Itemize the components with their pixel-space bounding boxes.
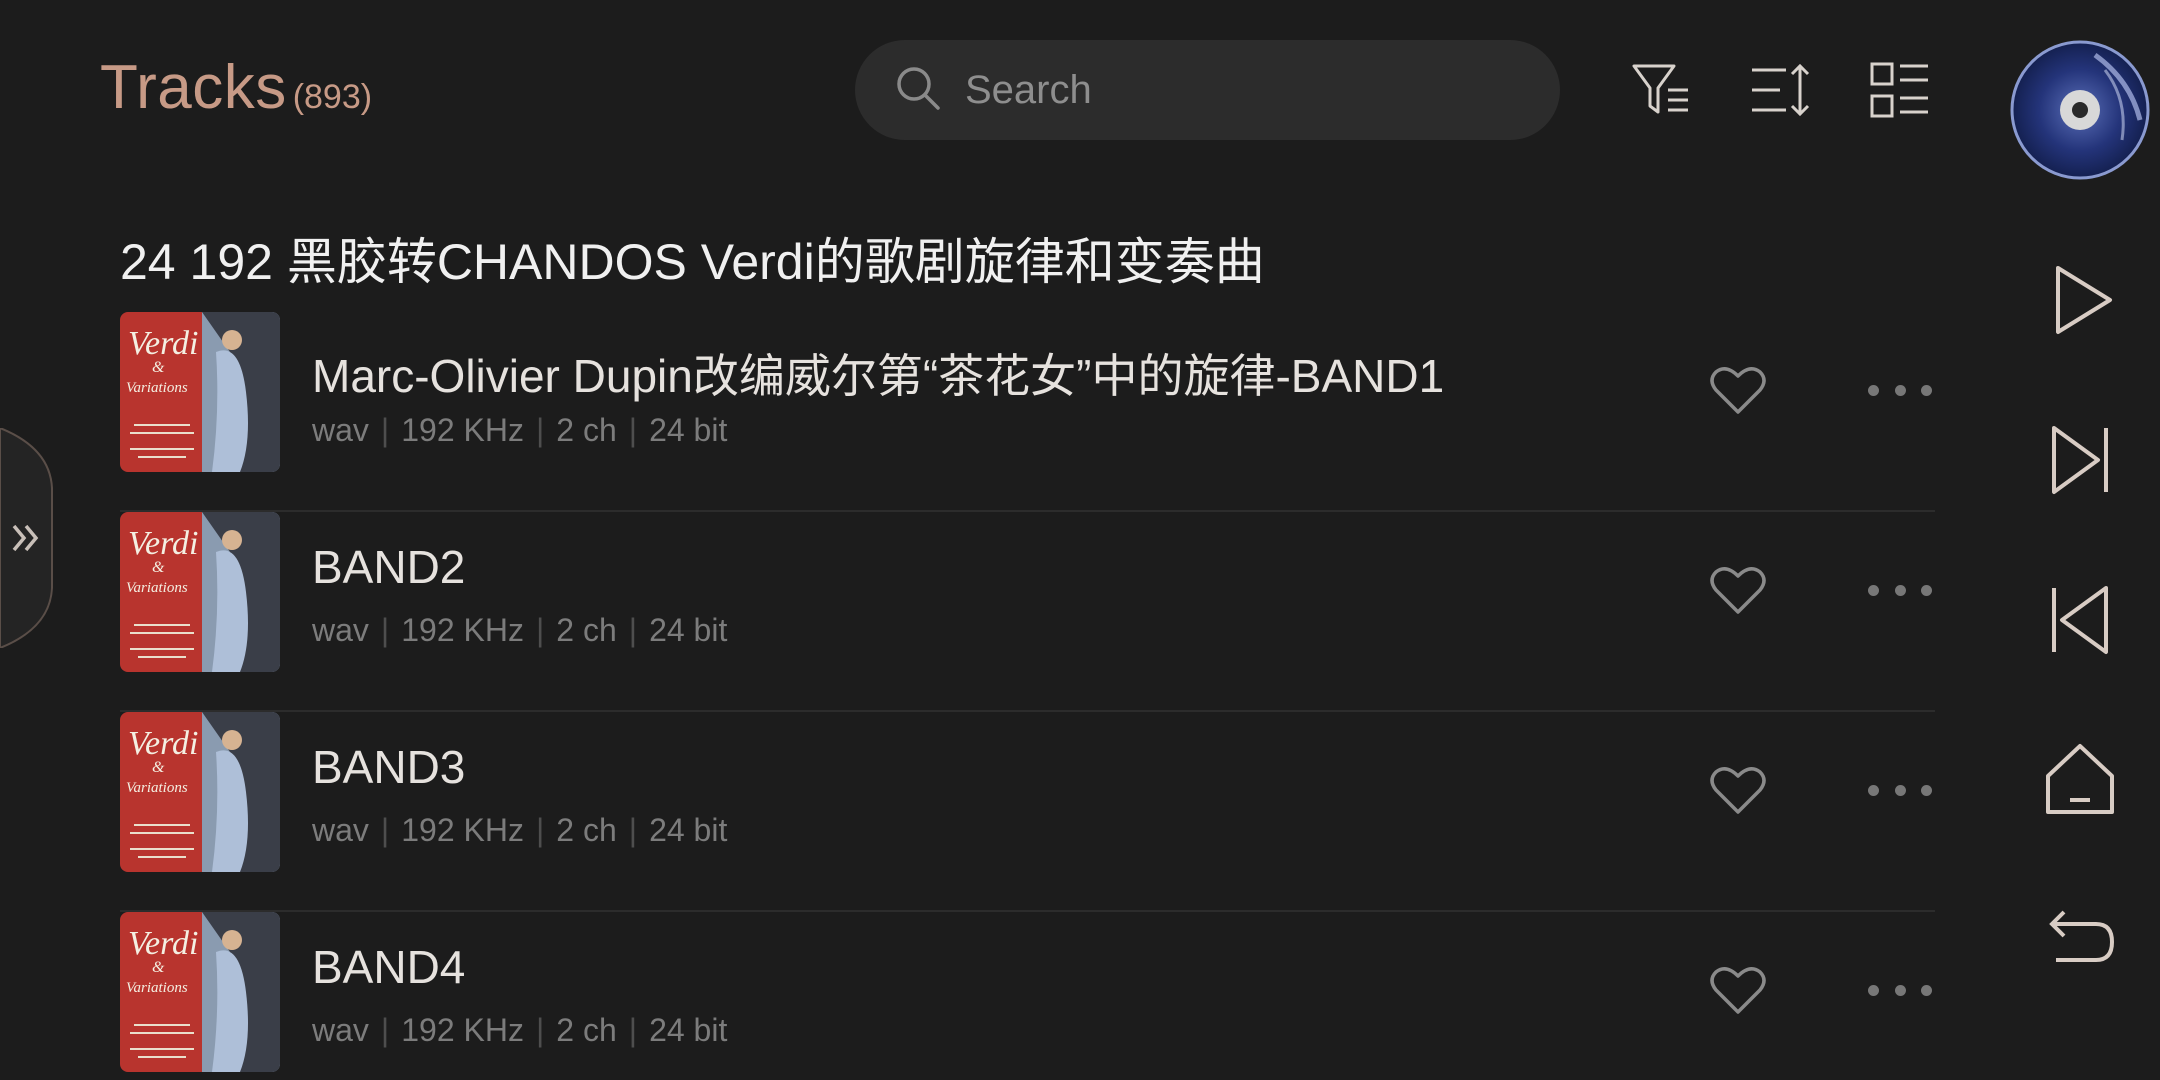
meta-separator: |: [628, 812, 638, 848]
track-count: (893): [292, 78, 373, 116]
tracks-screen: Tracks(893) 24 192 黑胶转CHANDOS Verdi的歌剧旋律…: [0, 0, 2160, 1080]
sort-icon[interactable]: [1750, 58, 1814, 122]
track-bit-depth: 24 bit: [649, 612, 728, 648]
album-cover: Verdi & Variations: [120, 512, 280, 672]
track-sample-rate: 192 KHz: [401, 1012, 524, 1048]
cover-title: Verdi: [128, 725, 199, 762]
track-title: Marc-Olivier Dupin改编威尔第“茶花女”中的旋律-BAND1: [312, 350, 1445, 402]
meta-separator: |: [380, 612, 390, 648]
more-icon[interactable]: [1840, 974, 1960, 1006]
cover-subtitle: Variations: [126, 380, 188, 396]
home-icon[interactable]: [2040, 740, 2120, 820]
album-cover: Verdi & Variations: [120, 912, 280, 1072]
search-input[interactable]: [965, 67, 1525, 113]
track-title: BAND2: [312, 541, 466, 593]
meta-separator: |: [628, 612, 638, 648]
more-icon[interactable]: [1840, 574, 1960, 606]
meta-separator: |: [380, 412, 390, 448]
meta-separator: |: [380, 1012, 390, 1048]
track-channels: 2 ch: [556, 612, 617, 648]
cover-amp: &: [152, 359, 165, 376]
track-sample-rate: 192 KHz: [401, 612, 524, 648]
search-icon: [893, 63, 943, 118]
meta-separator: |: [380, 812, 390, 848]
track-channels: 2 ch: [556, 1012, 617, 1048]
page-title-text: Tracks: [100, 53, 287, 122]
track-bit-depth: 24 bit: [649, 1012, 728, 1048]
cover-amp: &: [152, 959, 165, 976]
cover-subtitle: Variations: [126, 980, 188, 996]
side-drawer-handle[interactable]: [0, 426, 55, 650]
heart-icon[interactable]: [1708, 960, 1768, 1020]
track-row[interactable]: Verdi & Variations Marc-Olivier Dupin改编威…: [120, 312, 1935, 512]
list-view-icon[interactable]: [1868, 58, 1932, 122]
cover-title: Verdi: [128, 525, 199, 562]
track-bit-depth: 24 bit: [649, 412, 728, 448]
play-icon[interactable]: [2040, 260, 2120, 340]
track-format: wav: [312, 612, 369, 648]
meta-separator: |: [535, 1012, 545, 1048]
track-sample-rate: 192 KHz: [401, 812, 524, 848]
track-title: BAND3: [312, 741, 466, 793]
track-meta: wav | 192 KHz | 2 ch | 24 bit: [312, 1012, 727, 1049]
filter-icon[interactable]: [1630, 58, 1694, 122]
track-channels: 2 ch: [556, 812, 617, 848]
cover-title: Verdi: [128, 925, 199, 962]
meta-separator: |: [535, 412, 545, 448]
now-playing-disc-icon[interactable]: [2010, 40, 2150, 180]
cover-title: Verdi: [128, 325, 199, 362]
search-bar[interactable]: [855, 40, 1560, 140]
track-sample-rate: 192 KHz: [401, 412, 524, 448]
meta-separator: |: [628, 412, 638, 448]
next-icon[interactable]: [2040, 420, 2120, 500]
track-channels: 2 ch: [556, 412, 617, 448]
track-format: wav: [312, 412, 369, 448]
track-row[interactable]: Verdi & Variations BAND2 wav | 192 KHz | 2 c…: [120, 512, 1935, 712]
track-row[interactable]: Verdi & Variations BAND3 wav | 192 KHz | 2 c…: [120, 712, 1935, 912]
heart-icon[interactable]: [1708, 760, 1768, 820]
track-format: wav: [312, 1012, 369, 1048]
album-title: 24 192 黑胶转CHANDOS Verdi的歌剧旋律和变奏曲: [120, 234, 1265, 290]
previous-icon[interactable]: [2040, 580, 2120, 660]
more-icon[interactable]: [1840, 774, 1960, 806]
cover-amp: &: [152, 559, 165, 576]
track-list: Verdi & Variations Marc-Olivier Dupin改编威…: [120, 312, 1935, 1080]
meta-separator: |: [535, 812, 545, 848]
heart-icon[interactable]: [1708, 560, 1768, 620]
cover-subtitle: Variations: [126, 580, 188, 596]
heart-icon[interactable]: [1708, 360, 1768, 420]
track-bit-depth: 24 bit: [649, 812, 728, 848]
track-meta: wav | 192 KHz | 2 ch | 24 bit: [312, 412, 727, 449]
track-row[interactable]: Verdi & Variations BAND4 wav | 192 KHz | 2 c…: [120, 912, 1935, 1080]
meta-separator: |: [628, 1012, 638, 1048]
track-meta: wav | 192 KHz | 2 ch | 24 bit: [312, 612, 727, 649]
back-icon[interactable]: [2040, 900, 2120, 980]
cover-subtitle: Variations: [126, 780, 188, 796]
track-meta: wav | 192 KHz | 2 ch | 24 bit: [312, 812, 727, 849]
track-format: wav: [312, 812, 369, 848]
cover-amp: &: [152, 759, 165, 776]
album-cover: Verdi & Variations: [120, 312, 280, 472]
track-title: BAND4: [312, 941, 466, 993]
page-title: Tracks (893): [100, 52, 372, 123]
album-cover: Verdi & Variations: [120, 712, 280, 872]
meta-separator: |: [535, 612, 545, 648]
more-icon[interactable]: [1840, 374, 1960, 406]
